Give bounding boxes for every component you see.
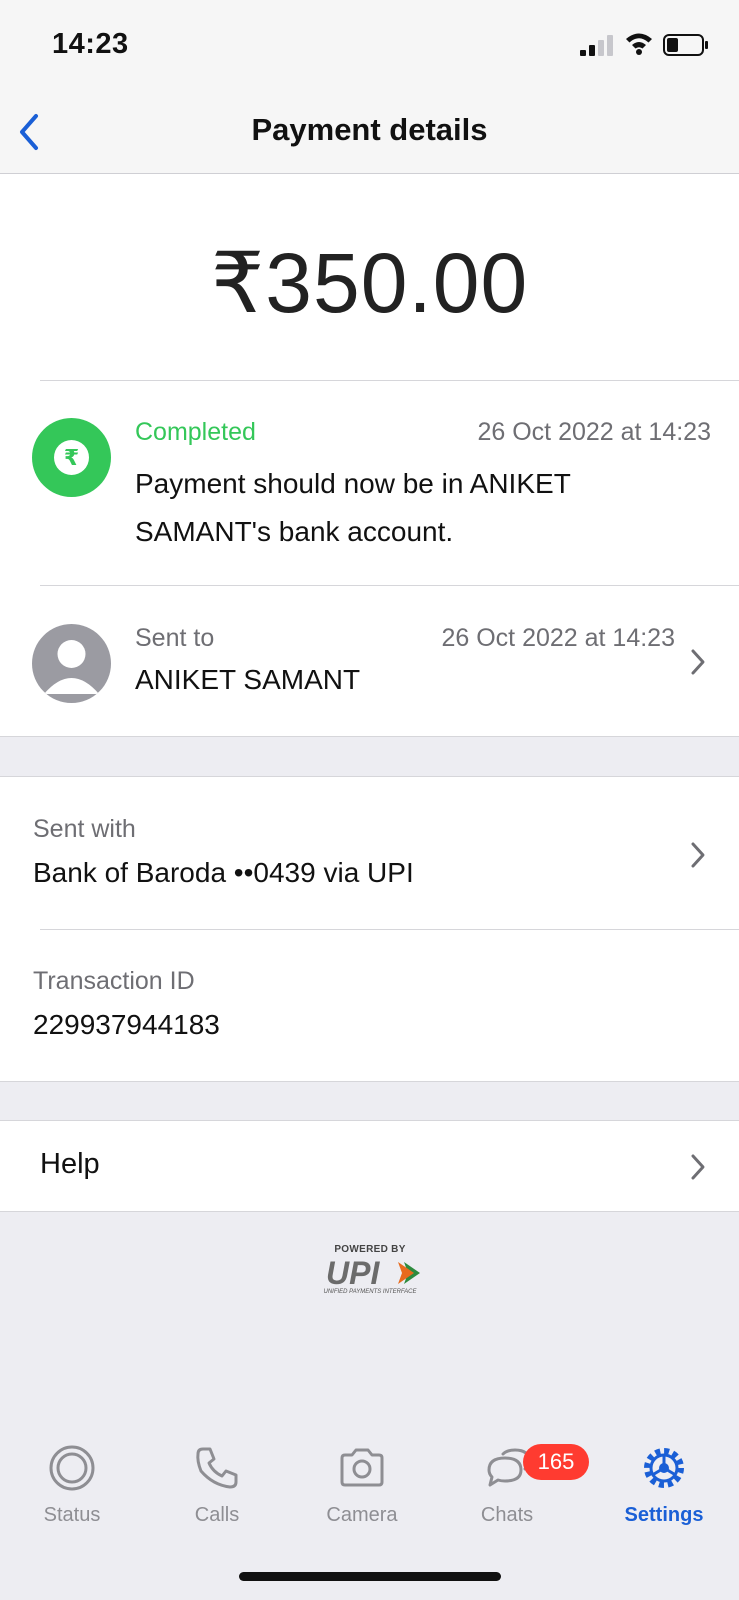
payment-method-card: Sent with Bank of Baroda ••0439 via UPI …: [0, 776, 739, 1082]
tab-calls[interactable]: Calls: [157, 1420, 277, 1526]
upi-logo-mark: UPI: [326, 1256, 420, 1288]
tab-status-label: Status: [43, 1504, 101, 1526]
divider: [40, 929, 739, 930]
upi-logo: POWERED BY UPI UNIFIED PAYMENTS INTERFAC…: [312, 1244, 428, 1300]
transaction-id-value: 229937944183: [33, 1009, 220, 1040]
help-label: Help: [40, 1148, 100, 1180]
camera-icon: [340, 1448, 384, 1487]
status-time: 14:23: [52, 28, 129, 60]
page-title: Payment details: [251, 112, 488, 147]
transaction-id-label: Transaction ID: [33, 967, 195, 995]
payment-amount: ₹350.00: [210, 236, 529, 330]
battery-icon: [663, 34, 708, 56]
tab-camera-label: Camera: [326, 1504, 398, 1526]
help-row[interactable]: Help: [0, 1120, 739, 1212]
cellular-signal-icon: [580, 35, 613, 56]
phone-icon: [196, 1447, 238, 1489]
upi-subtitle: UNIFIED PAYMENTS INTERFACE: [323, 1289, 417, 1295]
sent-with-label: Sent with: [33, 815, 136, 843]
chevron-right-icon: [691, 842, 705, 868]
tab-status[interactable]: Status: [12, 1420, 132, 1526]
tab-calls-label: Calls: [194, 1504, 240, 1526]
wifi-icon: [626, 33, 652, 55]
sent-to-label: Sent to: [135, 624, 215, 652]
payment-status-message: Payment should now be in ANIKET SAMANT's…: [135, 468, 571, 547]
chats-unread-badge: 165: [523, 1444, 589, 1480]
payment-status: Completed: [135, 418, 256, 446]
tab-camera[interactable]: Camera: [302, 1420, 422, 1526]
status-bar: 14:23: [0, 0, 739, 92]
sent-with-value: Bank of Baroda ••0439 via UPI: [33, 857, 414, 888]
tab-chats-label: Chats: [480, 1504, 534, 1526]
recipient-name: ANIKET SAMANT: [135, 664, 361, 695]
rupee-icon: ₹: [54, 440, 89, 475]
avatar: [32, 624, 111, 703]
divider: [40, 380, 739, 381]
sent-with-row[interactable]: Sent with Bank of Baroda ••0439 via UPI: [0, 777, 739, 929]
status-icon: [49, 1445, 95, 1491]
navigation-bar: Payment details: [0, 92, 739, 174]
chevron-right-icon: [691, 1154, 705, 1180]
payment-details-screen: 14:23 Payment details ₹350.00 ₹ Complete…: [0, 0, 739, 1600]
tab-settings-label: Settings: [624, 1504, 704, 1526]
home-indicator: [239, 1572, 501, 1581]
payment-status-time: 26 Oct 2022 at 14:23: [477, 418, 711, 446]
completed-status-icon: ₹: [32, 418, 111, 497]
upi-mark-text: UPI: [326, 1256, 380, 1288]
tab-settings[interactable]: Settings: [604, 1420, 724, 1526]
upi-powered-by: POWERED BY: [334, 1244, 406, 1255]
gear-icon: [644, 1448, 684, 1488]
chevron-right-icon: [691, 649, 705, 675]
recipient-row[interactable]: Sent to 26 Oct 2022 at 14:23 ANIKET SAMA…: [0, 586, 739, 736]
sent-to-time: 26 Oct 2022 at 14:23: [441, 624, 675, 652]
person-icon: [44, 640, 99, 694]
payment-summary-card: ₹350.00 ₹ Completed 26 Oct 2022 at 14:23…: [0, 174, 739, 737]
